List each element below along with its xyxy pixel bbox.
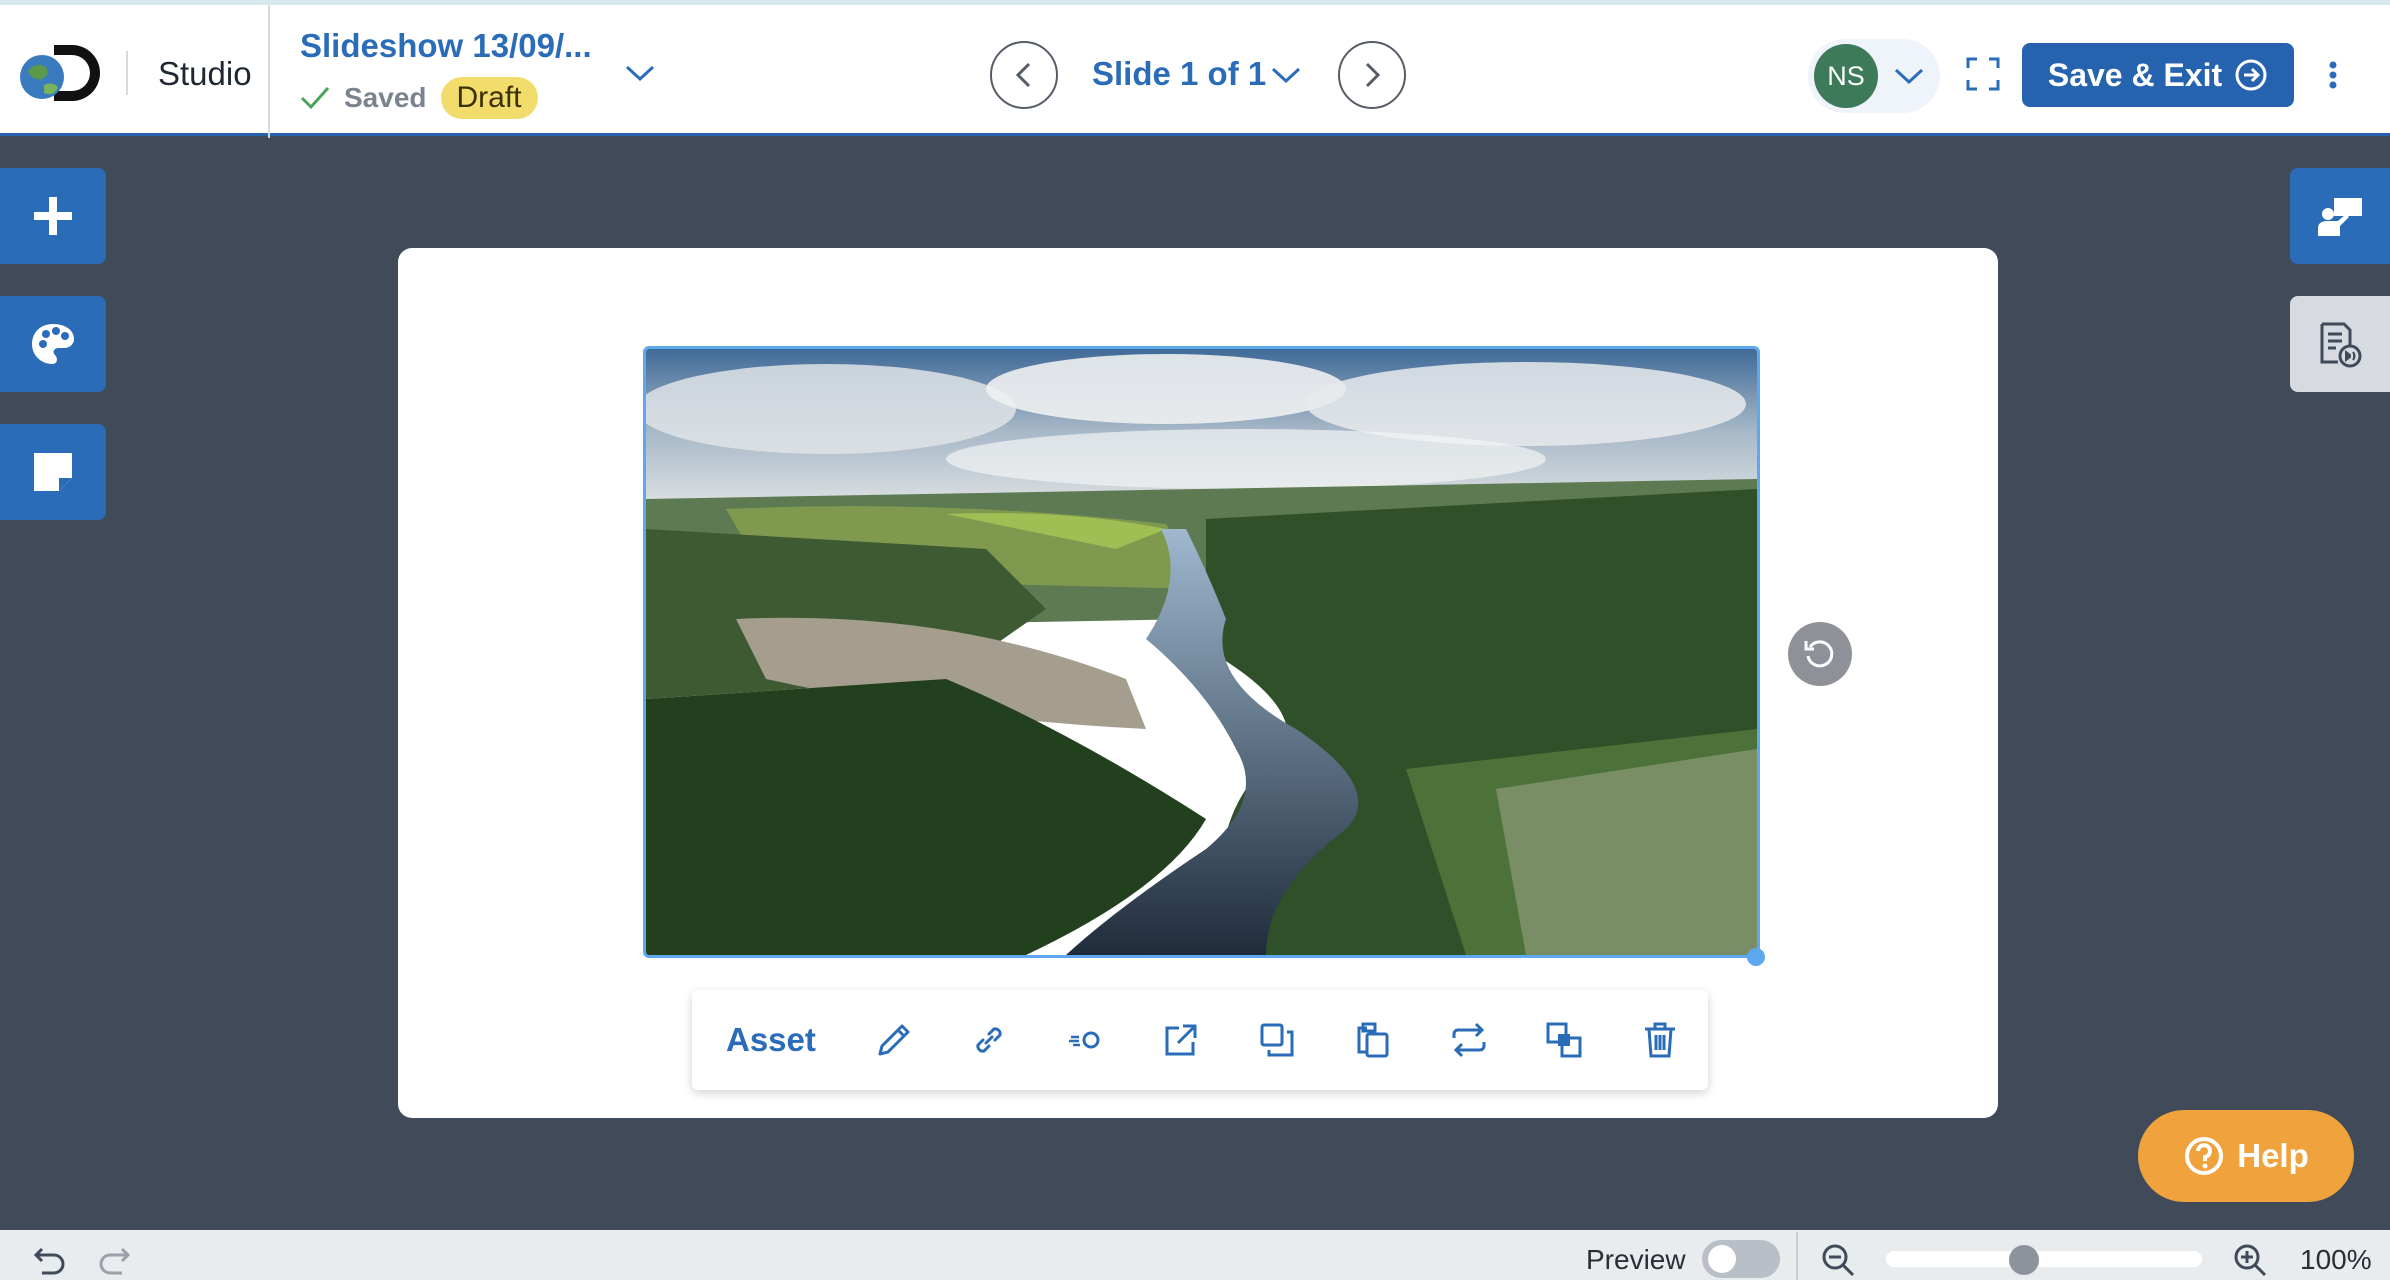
arrange-layers-icon [1546, 1022, 1582, 1058]
discovery-logo[interactable] [16, 41, 110, 105]
avatar: NS [1814, 44, 1878, 108]
delete-button[interactable] [1612, 990, 1708, 1090]
arrange-button[interactable] [1516, 990, 1612, 1090]
divider [126, 51, 128, 95]
animation-button[interactable] [1037, 990, 1133, 1090]
chevron-down-icon [625, 65, 655, 82]
sticky-note-icon [34, 453, 72, 491]
animation-icon [1069, 1031, 1100, 1049]
chevron-down-icon [1271, 67, 1301, 84]
divider [268, 5, 270, 138]
add-element-button[interactable] [0, 168, 106, 264]
zoom-slider-handle[interactable] [2008, 1245, 2039, 1275]
trash-icon [1645, 1022, 1676, 1058]
preview-toggle[interactable] [1702, 1240, 1780, 1278]
zoom-out-button[interactable] [1818, 1242, 1858, 1278]
save-status: Saved Draft [300, 77, 538, 119]
question-circle-icon [2185, 1137, 2224, 1175]
user-menu[interactable]: NS [1808, 39, 1940, 113]
zoom-slider[interactable] [1886, 1251, 2202, 1267]
plus-icon [34, 197, 72, 235]
chevron-right-icon [1365, 62, 1381, 88]
saved-label: Saved [344, 82, 427, 113]
copy-button[interactable] [1325, 990, 1421, 1090]
preview-label: Preview [1586, 1244, 1686, 1275]
landscape-photo [646, 349, 1757, 955]
palette-icon [32, 324, 74, 364]
fullscreen-button[interactable] [1964, 55, 2002, 93]
save-exit-button[interactable]: Save & Exit [2022, 43, 2294, 107]
edit-button[interactable] [846, 990, 942, 1090]
fullscreen-icon [1966, 57, 2000, 91]
zoom-out-icon [1822, 1244, 1855, 1277]
audio-script-button[interactable] [2290, 296, 2390, 392]
help-button[interactable]: Help [2138, 1110, 2354, 1202]
top-bar: Studio Slideshow 13/09/... Saved Draft S… [0, 0, 2390, 138]
slide-dropdown-button[interactable] [1268, 59, 1304, 91]
kebab-menu-icon [2329, 61, 2337, 89]
toggle-knob [1708, 1245, 1736, 1273]
replace-button[interactable] [1421, 990, 1517, 1090]
clipboard-copy-icon [1357, 1022, 1389, 1058]
zoom-in-button[interactable] [2230, 1242, 2270, 1278]
chevron-left-icon [1015, 62, 1031, 88]
duplicate-icon [1260, 1023, 1294, 1057]
link-button[interactable] [942, 990, 1038, 1090]
rotate-button[interactable] [1788, 622, 1852, 686]
divider [1796, 1232, 1798, 1280]
slide-indicator[interactable]: Slide 1 of 1 [1092, 55, 1266, 93]
undo-icon [33, 1247, 65, 1275]
swap-icon [1452, 1022, 1486, 1058]
theme-button[interactable] [0, 296, 106, 392]
open-external-button[interactable] [1133, 990, 1229, 1090]
draft-badge: Draft [440, 77, 538, 119]
check-icon [300, 86, 330, 110]
title-dropdown-button[interactable] [618, 57, 662, 89]
more-options-button[interactable] [2320, 55, 2346, 95]
asset-label[interactable]: Asset [726, 1021, 846, 1059]
pencil-icon [878, 1024, 910, 1056]
redo-button[interactable] [94, 1242, 134, 1278]
rotate-icon [1804, 640, 1834, 668]
external-link-icon [1165, 1024, 1197, 1056]
chevron-down-icon [1894, 68, 1924, 85]
resize-handle[interactable] [1747, 948, 1765, 966]
prev-slide-button[interactable] [990, 41, 1058, 109]
zoom-level: 100% [2300, 1244, 2372, 1275]
audio-script-icon [2320, 322, 2362, 368]
undo-button[interactable] [30, 1242, 70, 1278]
slideshow-title[interactable]: Slideshow 13/09/... [300, 27, 592, 65]
next-slide-button[interactable] [1338, 41, 1406, 109]
studio-label: Studio [158, 55, 252, 92]
slide-image[interactable] [643, 346, 1760, 958]
save-exit-label: Save & Exit [2047, 56, 2223, 93]
asset-toolbar: Asset [692, 990, 1708, 1090]
link-icon [976, 1027, 1003, 1053]
zoom-in-icon [2234, 1244, 2267, 1277]
duplicate-button[interactable] [1229, 990, 1325, 1090]
redo-icon [99, 1247, 131, 1275]
presenter-icon [2318, 198, 2362, 236]
arrow-circle-right-icon [2235, 59, 2267, 91]
notes-button[interactable] [0, 424, 106, 520]
help-label: Help [2237, 1137, 2309, 1174]
presenter-button[interactable] [2290, 168, 2390, 264]
